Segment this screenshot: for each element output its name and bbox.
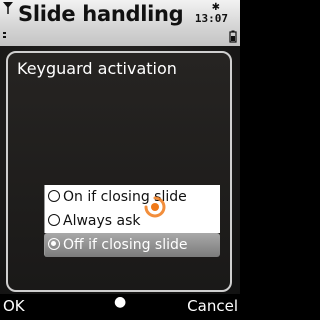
battery-icon bbox=[229, 30, 237, 43]
ok-button[interactable]: OK bbox=[3, 297, 25, 315]
option-label: On if closing slide bbox=[63, 189, 187, 205]
loading-spinner-icon bbox=[144, 196, 166, 218]
radio-button-icon bbox=[48, 190, 60, 202]
option-label: Always ask bbox=[63, 213, 141, 229]
radio-button-icon bbox=[48, 214, 60, 226]
option-on-if-closing-slide[interactable]: On if closing slide bbox=[44, 185, 220, 209]
signal-icon bbox=[3, 2, 13, 38]
title-bar: Slide handling ✱ 13:07 bbox=[0, 0, 240, 46]
dialog-title: Keyguard activation bbox=[17, 59, 177, 78]
select-button[interactable]: ● bbox=[114, 294, 126, 310]
clock: 13:07 bbox=[194, 12, 228, 25]
options-list: On if closing slide Always ask Off if cl… bbox=[44, 185, 220, 257]
softkey-bar: OK ● Cancel bbox=[0, 294, 240, 320]
option-off-if-closing-slide[interactable]: Off if closing slide bbox=[44, 233, 220, 257]
page-title: Slide handling bbox=[18, 2, 184, 26]
cancel-button[interactable]: Cancel bbox=[187, 297, 238, 315]
radio-button-selected-icon bbox=[48, 238, 60, 250]
option-always-ask[interactable]: Always ask bbox=[44, 209, 220, 233]
option-label: Off if closing slide bbox=[63, 237, 188, 253]
